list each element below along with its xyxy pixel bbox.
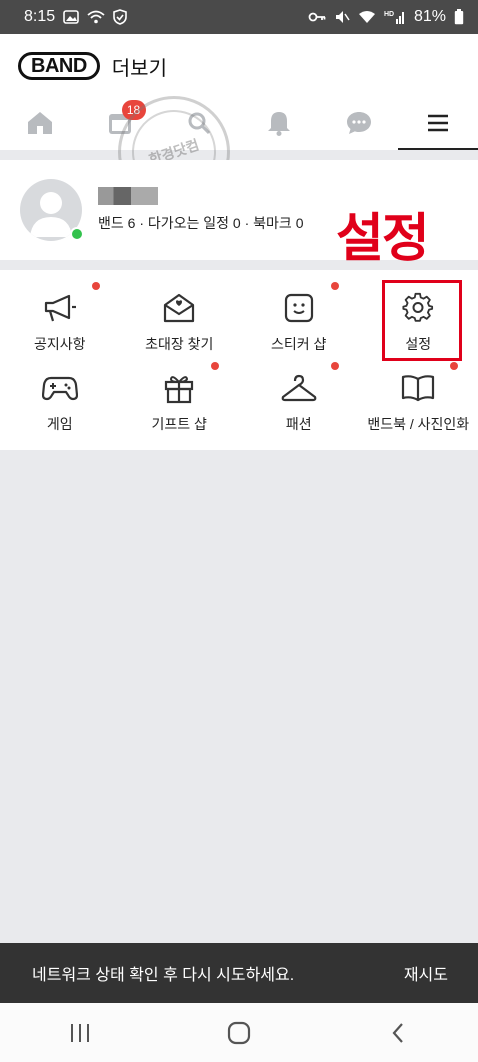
- tab-chat[interactable]: [319, 98, 399, 150]
- tab-more[interactable]: [398, 98, 478, 150]
- new-indicator-dot: [450, 362, 458, 370]
- book-icon: [400, 370, 436, 406]
- status-time: 8:15: [24, 8, 56, 25]
- recent-apps-button[interactable]: [50, 1013, 110, 1053]
- envelope-icon: [161, 290, 197, 326]
- wifi-call-icon: [87, 10, 105, 24]
- menu-item-sticker-shop[interactable]: 스티커 샵: [239, 280, 359, 360]
- settings-highlight-box: [382, 280, 462, 361]
- battery-percent: 81%: [413, 8, 446, 25]
- svg-text:HD: HD: [384, 11, 394, 18]
- sticker-icon: [281, 290, 317, 326]
- snackbar-message: 네트워크 상태 확인 후 다시 시도하세요.: [32, 967, 295, 984]
- menu-item-gift-shop[interactable]: 기프트 샵: [120, 360, 240, 440]
- profile-stats: 밴드 6 · 다가오는 일정 0 · 북마크 0: [98, 215, 304, 231]
- wifi-icon: [358, 10, 376, 24]
- back-chevron-icon: [392, 1022, 404, 1043]
- tab-home[interactable]: [0, 98, 80, 150]
- network-error-snackbar: 네트워크 상태 확인 후 다시 시도하세요. 재시도: [0, 943, 478, 1003]
- recent-apps-icon: [70, 1023, 89, 1042]
- home-button[interactable]: [209, 1013, 269, 1053]
- chat-icon: [346, 112, 371, 134]
- gift-icon: [161, 370, 197, 406]
- new-indicator-dot: [211, 362, 219, 370]
- tab-bar: 18: [0, 98, 478, 150]
- home-circle-icon: [227, 1021, 251, 1044]
- menu-item-game[interactable]: 게임: [0, 360, 120, 440]
- app-header: BAND 더보기: [0, 34, 478, 98]
- system-nav-bar: [0, 1003, 478, 1062]
- mute-icon: [334, 9, 350, 25]
- gallery-icon: [63, 10, 79, 24]
- home-icon: [27, 112, 52, 134]
- new-indicator-dot: [330, 362, 339, 370]
- avatar[interactable]: [20, 179, 84, 241]
- menu-item-notice[interactable]: 공지사항: [0, 280, 120, 360]
- retry-button[interactable]: 재시도: [404, 961, 448, 985]
- gamepad-icon: [41, 370, 78, 406]
- band-logo[interactable]: BAND: [18, 52, 100, 80]
- hanger-icon: [281, 370, 317, 406]
- page-title: 더보기: [111, 57, 167, 80]
- back-button[interactable]: [368, 1013, 428, 1053]
- status-bar: 8:15 HD 81%: [0, 0, 478, 34]
- signal-icon: HD: [384, 9, 406, 25]
- menu-item-band-book[interactable]: 밴드북 / 사진인화: [359, 360, 478, 440]
- key-icon: [308, 11, 326, 23]
- annotation-label: 설정: [336, 210, 430, 268]
- online-status-dot: [70, 227, 84, 241]
- bell-icon: [267, 112, 290, 136]
- battery-icon: [454, 9, 464, 25]
- megaphone-icon: [42, 290, 78, 326]
- hamburger-menu-icon: [428, 114, 449, 132]
- tab-notifications[interactable]: [239, 98, 319, 150]
- new-indicator-dot: [91, 282, 100, 290]
- menu-item-invitation[interactable]: 초대장 찾기: [120, 280, 240, 360]
- shield-icon: [113, 9, 127, 25]
- profile-name-redacted: [98, 187, 158, 205]
- menu-item-fashion[interactable]: 패션: [239, 360, 359, 440]
- new-indicator-dot: [330, 282, 339, 290]
